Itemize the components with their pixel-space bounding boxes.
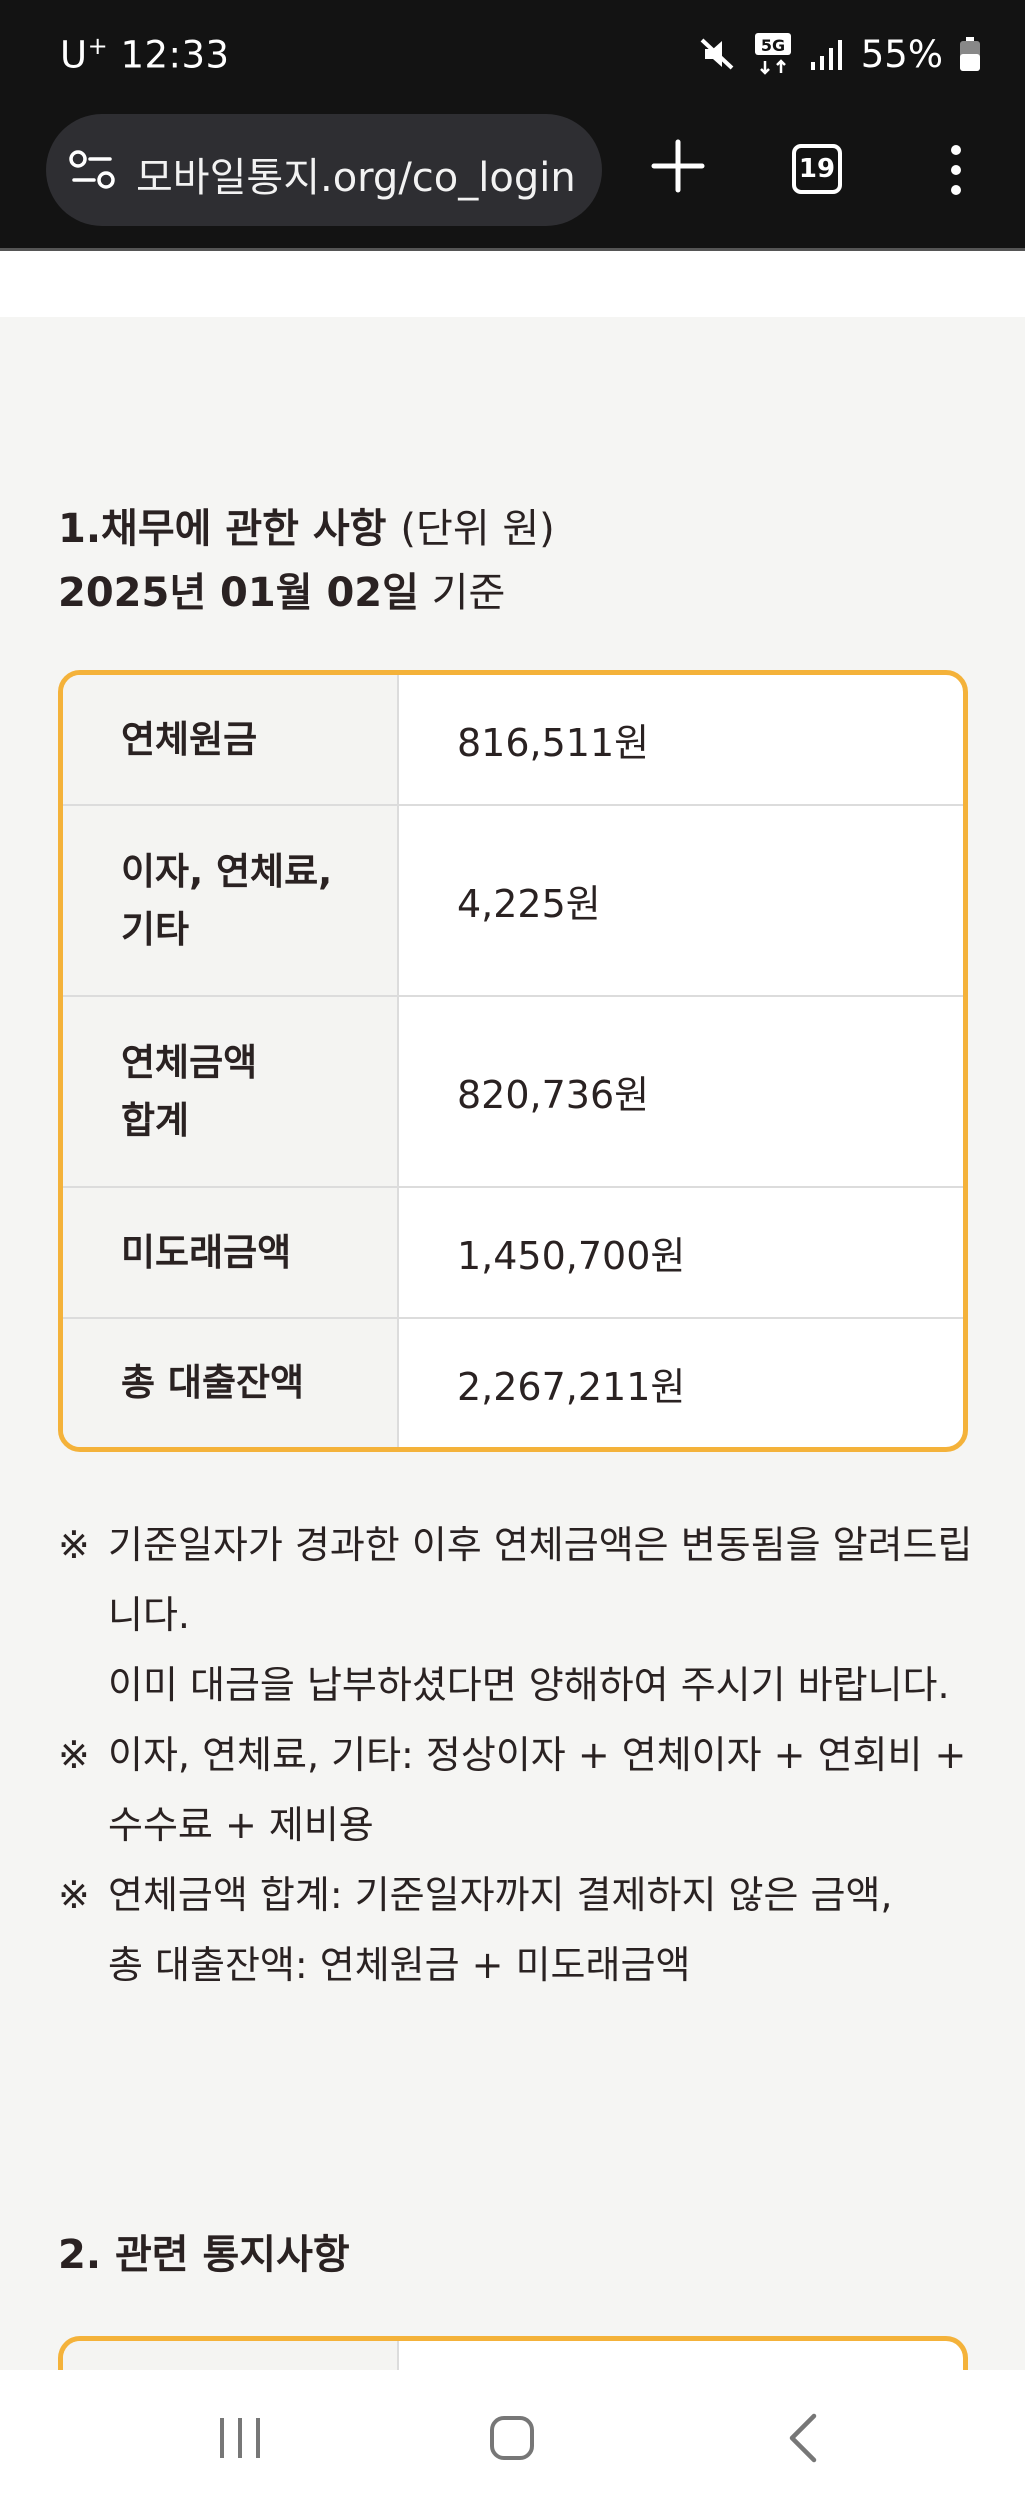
section1-date-value: 2025년 01월 02일 [58,570,419,616]
note-text: 연체금액 합계: 기준일자까지 결제하지 않은 금액, [108,1873,893,1917]
row-label: 총 대출잔액 [63,1319,399,1447]
more-menu-icon[interactable] [940,140,972,200]
notes-list: ※ 기준일자가 경과한 이후 연체금액은 변동됨을 알려드립니다. 이미 대금을… [58,1510,978,2000]
note-mark: ※ [58,1523,90,1567]
table-row: 이자, 연체료, 기타 4,225원 [63,806,963,997]
row-value: 4,225원 [457,882,601,926]
5g-icon: 5G [754,33,791,75]
back-icon[interactable] [764,2408,844,2468]
url-text[interactable]: 모바일통지.org/co_login [136,145,598,203]
carrier-sup: + [87,32,109,60]
home-icon[interactable] [472,2408,552,2468]
row-label: 미도래금액 [63,1188,399,1317]
note-item: ※ 연체금액 합계: 기준일자까지 결제하지 않은 금액, 총 대출잔액: 연체… [58,1860,978,2000]
table-row: 연체금액 합계 820,736원 [63,997,963,1188]
table-row: 총 대출잔액 2,267,211원 [63,1319,963,1447]
new-tab-plus-icon[interactable] [646,134,710,198]
signal-icon [810,40,842,70]
browser-chrome: U+ 12:33 5G 55% 모바일통지.org/co_login 19 [0,0,1025,251]
note-item: ※ 이자, 연체료, 기타: 정상이자 + 연체이자 + 연회비 + 수수료 +… [58,1720,978,1860]
mute-icon [700,38,734,70]
row-label: 연체원금 [63,675,399,804]
table-row: 연체원금 816,511원 [63,675,963,806]
recent-apps-icon[interactable] [200,2408,280,2468]
row-value: 820,736원 [457,1073,650,1117]
section1-title: 1.채무에 관한 사항 (단위 원) [58,496,555,554]
status-time: U+ 12:33 [60,32,230,76]
note-text-2: 이미 대금을 납부하셨다면 양해하여 주시기 바랍니다. [108,1663,950,1707]
clock: 12:33 [120,33,230,77]
section2-title: 2. 관련 통지사항 [58,2232,350,2278]
row-label: 연체금액 합계 [63,997,399,1186]
note-text: 기준일자가 경과한 이후 연체금액은 변동됨을 알려드립니다. [108,1523,973,1637]
page-top-strip [0,251,1025,317]
site-settings-icon[interactable] [66,144,118,196]
section1-date: 2025년 01월 02일 기준 [58,560,505,618]
note-text-2: 총 대출잔액: 연체원금 + 미도래금액 [108,1943,691,1987]
note-item: ※ 기준일자가 경과한 이후 연체금액은 변동됨을 알려드립니다. 이미 대금을… [58,1510,978,1720]
status-icons: 5G 55% [697,30,981,78]
tab-switcher-icon[interactable]: 19 [792,144,842,194]
section1-date-suffix: 기준 [431,570,506,616]
address-bar[interactable]: 모바일통지.org/co_login [46,114,602,226]
battery-icon [960,37,980,71]
section1-title-text: 1.채무에 관한 사항 [58,506,387,552]
row-label: 이자, 연체료, 기타 [63,806,399,995]
debt-table: 연체원금 816,511원 이자, 연체료, 기타 4,225원 연체금액 합계… [58,670,968,1452]
system-nav-bar [0,2370,1025,2506]
carrier-name: U [60,33,88,77]
note-mark: ※ [58,1873,90,1917]
table-row: 미도래금액 1,450,700원 [63,1188,963,1319]
status-bar: U+ 12:33 5G 55% [0,0,1025,112]
tab-count: 19 [798,154,836,184]
row-value: 1,450,700원 [457,1234,686,1278]
svg-text:5G: 5G [761,36,785,55]
note-mark: ※ [58,1733,90,1777]
note-text: 이자, 연체료, 기타: 정상이자 + 연체이자 + 연회비 + 수수료 + 제… [108,1733,967,1847]
row-value: 816,511원 [457,721,650,765]
section1-unit: (단위 원) [400,506,555,552]
row-value: 2,267,211원 [457,1364,686,1409]
battery-level: 55% [860,32,943,76]
